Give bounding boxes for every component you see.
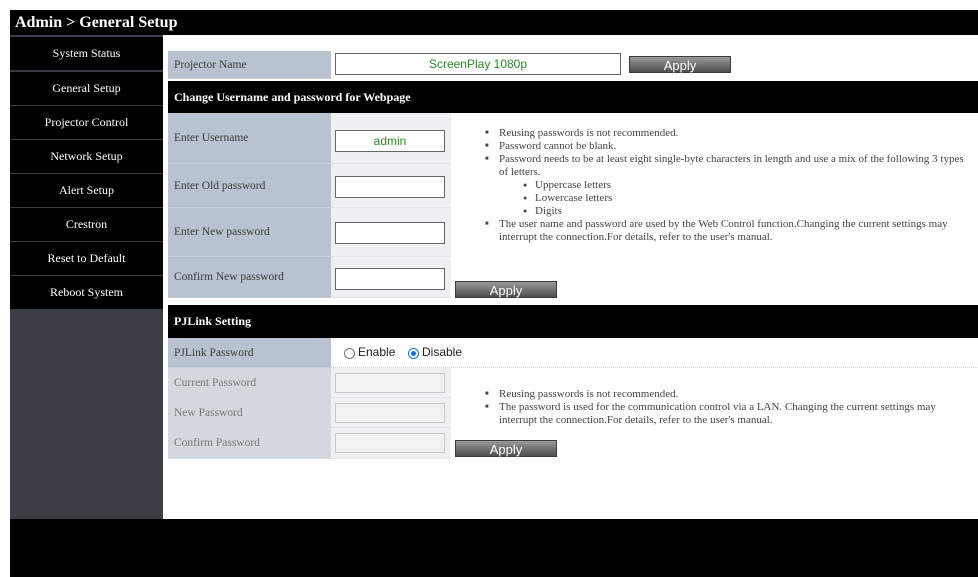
pjlink-notes: Reusing passwords is not recommended. Th… — [483, 388, 973, 427]
enter-username-label: Enter Username — [168, 113, 331, 164]
pjlink-confirm-password-input[interactable] — [335, 433, 445, 453]
pjlink-apply-button[interactable]: Apply — [455, 440, 557, 457]
sidebar-item-system-status[interactable]: System Status — [10, 37, 163, 70]
projector-name-input[interactable]: ScreenPlay 1080p — [335, 53, 621, 75]
confirm-new-password-label: Confirm New password — [168, 257, 331, 298]
enter-old-password-label: Enter Old password — [168, 164, 331, 208]
sidebar-item-general-setup[interactable]: General Setup — [10, 72, 163, 105]
enter-new-password-label: Enter New password — [168, 208, 331, 257]
page-title: Admin > General Setup — [10, 10, 978, 35]
note-item: The user name and password are used by t… — [483, 218, 973, 244]
note-item: Reusing passwords is not recommended. — [483, 127, 973, 140]
old-password-input[interactable] — [335, 176, 445, 198]
note-item: Password cannot be blank. — [483, 140, 973, 153]
disable-radio-label[interactable]: Disable — [422, 345, 462, 359]
letter-type-item: Digits — [483, 205, 973, 218]
confirm-new-password-input[interactable] — [335, 268, 445, 290]
webpage-apply-button[interactable]: Apply — [455, 281, 557, 298]
enable-radio-label[interactable]: Enable — [358, 345, 395, 359]
sidebar-item-reboot-system[interactable]: Reboot System — [10, 276, 163, 309]
main-content: Projector Name ScreenPlay 1080p Apply Ch… — [163, 35, 978, 519]
note-item: The password is used for the communicati… — [483, 401, 973, 427]
sidebar-item-reset-to-default[interactable]: Reset to Default — [10, 242, 163, 275]
new-password-input[interactable] — [335, 222, 445, 244]
projector-name-label: Projector Name — [168, 51, 331, 79]
footer-bar — [10, 519, 978, 577]
note-item: Password needs to be at least eight sing… — [483, 153, 973, 179]
letter-type-item: Lowercase letters — [483, 192, 973, 205]
sidebar-item-projector-control[interactable]: Projector Control — [10, 106, 163, 139]
note-item: Reusing passwords is not recommended. — [483, 388, 973, 401]
webpage-password-notes: Reusing passwords is not recommended. Pa… — [483, 127, 973, 244]
sidebar-item-network-setup[interactable]: Network Setup — [10, 140, 163, 173]
enable-radio[interactable] — [344, 348, 355, 359]
current-password-label: Current Password — [168, 368, 331, 398]
disable-radio[interactable] — [408, 348, 419, 359]
username-input[interactable]: admin — [335, 130, 445, 152]
confirm-password-label: Confirm Password — [168, 428, 331, 459]
sidebar-item-crestron[interactable]: Crestron — [10, 208, 163, 241]
new-password-label: New Password — [168, 398, 331, 428]
sidebar-nav: System Status General Setup Projector Co… — [10, 35, 163, 519]
sidebar-item-alert-setup[interactable]: Alert Setup — [10, 174, 163, 207]
pjlink-new-password-input[interactable] — [335, 403, 445, 423]
letter-type-item: Uppercase letters — [483, 179, 973, 192]
projector-apply-button[interactable]: Apply — [629, 56, 731, 73]
pjlink-header: PJLink Setting — [168, 305, 978, 338]
pjlink-password-label: PJLink Password — [168, 338, 331, 368]
webpage-credentials-header: Change Username and password for Webpage — [168, 81, 978, 113]
current-password-input[interactable] — [335, 373, 445, 393]
